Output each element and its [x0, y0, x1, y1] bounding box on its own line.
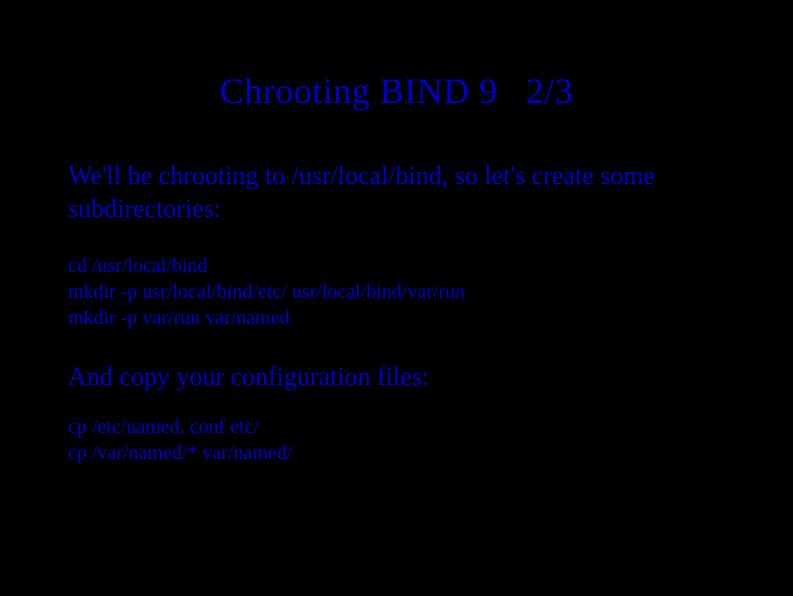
title-page-indicator: 2/3	[526, 71, 574, 111]
code-line: cp /etc/named. conf etc/	[68, 414, 725, 440]
code-block-1: cd /usr/local/bind mkdir -p usr/local/bi…	[68, 253, 725, 331]
slide-title: Chrooting BIND 9 2/3	[68, 70, 725, 112]
code-block-2: cp /etc/named. conf etc/ cp /var/named/*…	[68, 414, 725, 466]
title-main: Chrooting BIND 9	[220, 71, 498, 111]
code-line: cp /var/named/* var/named/	[68, 440, 725, 466]
code-line: mkdir -p usr/local/bind/etc/ usr/local/b…	[68, 279, 725, 305]
code-line: mkdir -p var/run var/named	[68, 305, 725, 331]
slide-container: Chrooting BIND 9 2/3 We'll be chrooting t…	[0, 0, 793, 536]
mid-paragraph: And copy your configuration files:	[68, 361, 725, 394]
code-line: cd /usr/local/bind	[68, 253, 725, 279]
intro-paragraph: We'll be chrooting to /usr/local/bind, s…	[68, 160, 725, 225]
